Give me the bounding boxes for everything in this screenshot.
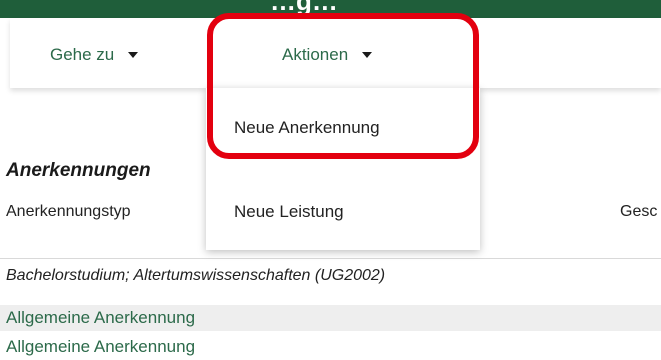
goto-menu-button[interactable]: Gehe zu [50,44,139,66]
header-title: …g… [270,0,338,16]
table-row: Allgemeine Anerkennung [0,334,661,360]
section-title: Anerkennungen [6,160,151,181]
action-toolbar: Gehe zu Aktionen [10,18,661,88]
caret-down-icon [128,52,139,58]
menu-item-neue-leistung[interactable]: Neue Leistung [234,202,344,222]
table-group-label: Bachelorstudium; Altertumswissenschaften… [6,267,386,284]
column-header-gesc[interactable]: Gesc [620,203,657,221]
actions-menu-button[interactable]: Aktionen [282,44,373,66]
top-header-bar: …g… [0,0,661,18]
goto-menu-label: Gehe zu [50,45,115,64]
row-link[interactable]: Allgemeine Anerkennung [6,308,195,328]
actions-dropdown-menu: Neue Anerkennung Neue Leistung [206,88,480,250]
column-header-anerkennungstyp[interactable]: Anerkennungstyp [6,203,131,221]
table-divider [0,258,661,259]
caret-down-icon [362,52,373,58]
menu-item-neue-anerkennung[interactable]: Neue Anerkennung [234,118,380,138]
actions-menu-label: Aktionen [282,45,349,64]
table-row: Allgemeine Anerkennung [0,305,661,331]
row-link[interactable]: Allgemeine Anerkennung [6,337,195,357]
